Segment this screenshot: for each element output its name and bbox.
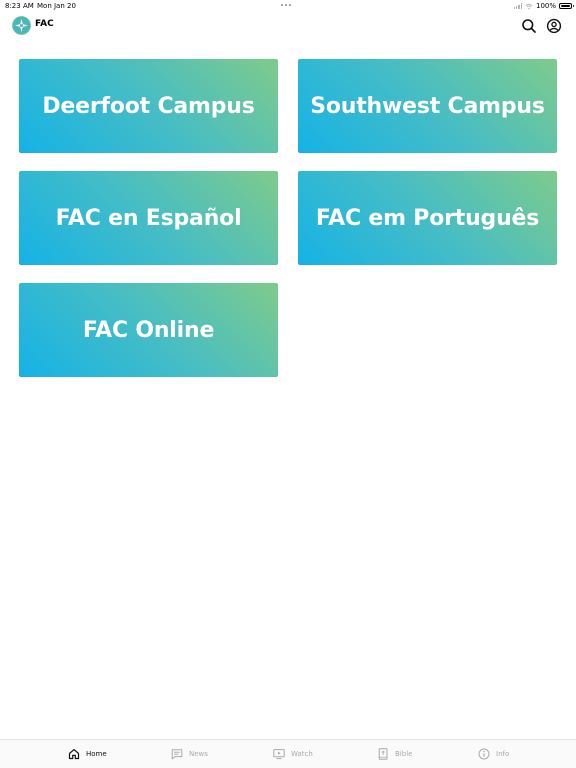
tab-label: Bible (395, 750, 413, 758)
status-time: 8:23 AM (5, 2, 34, 10)
tab-bar: Home News Watch Bible Info (0, 739, 576, 768)
multitasking-dots-icon[interactable] (281, 4, 291, 6)
app-header: FAC (0, 12, 576, 40)
status-bar: 8:23 AM Mon Jan 20 100% (0, 0, 576, 12)
status-right: 100% (513, 0, 574, 12)
tile-label: FAC em Português (315, 205, 540, 231)
tile-label: Southwest Campus (310, 93, 545, 119)
tab-label: Watch (291, 750, 313, 758)
compass-star-icon[interactable] (12, 16, 31, 35)
tab-bible[interactable]: Bible (377, 740, 412, 768)
tile-southwest-campus[interactable]: Southwest Campus (298, 59, 557, 153)
tile-fac-online[interactable]: FAC Online (19, 283, 278, 377)
home-icon (68, 749, 80, 760)
battery-icon (559, 3, 574, 9)
tile-label: FAC en Español (55, 205, 242, 231)
tile-label: Deerfoot Campus (42, 93, 255, 119)
battery-percent: 100% (535, 2, 556, 10)
info-icon (478, 748, 490, 760)
tab-label: Home (86, 750, 107, 758)
tile-deerfoot-campus[interactable]: Deerfoot Campus (19, 59, 278, 153)
tab-watch[interactable]: Watch (273, 740, 313, 768)
wifi-icon (525, 3, 533, 9)
tab-info[interactable]: Info (478, 740, 509, 768)
app-title: FAC (35, 19, 54, 29)
tab-news[interactable]: News (171, 740, 208, 768)
tile-label: FAC Online (82, 317, 215, 343)
cellular-signal-icon (513, 3, 522, 9)
news-icon (171, 749, 183, 760)
tab-label: Info (496, 750, 510, 758)
watch-icon (273, 749, 285, 760)
search-icon[interactable] (521, 18, 537, 34)
bible-icon (378, 748, 388, 760)
tile-fac-en-espanol[interactable]: FAC en Español (19, 171, 278, 265)
account-circle-icon[interactable] (546, 18, 562, 34)
tile-fac-em-portugues[interactable]: FAC em Português (298, 171, 557, 265)
status-date: Mon Jan 20 (37, 2, 76, 10)
tab-home[interactable]: Home (68, 740, 107, 768)
tab-label: News (189, 750, 208, 758)
